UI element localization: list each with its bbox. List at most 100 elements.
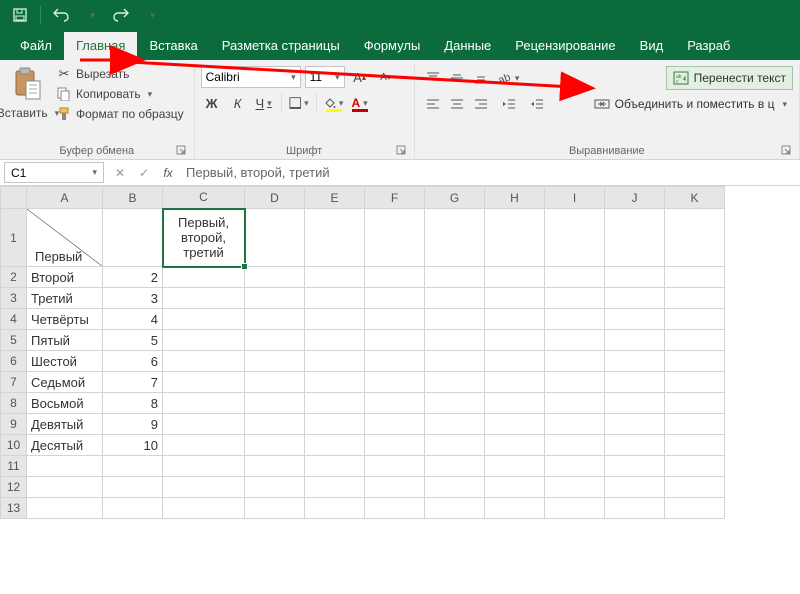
wrap-text-button[interactable]: abc Перенести текст (666, 66, 793, 90)
cell[interactable] (545, 288, 605, 309)
cell[interactable] (245, 393, 305, 414)
tab-data[interactable]: Данные (432, 32, 503, 60)
cell[interactable] (245, 456, 305, 477)
cell[interactable] (485, 288, 545, 309)
align-center-button[interactable] (445, 93, 469, 115)
cell[interactable] (245, 477, 305, 498)
cell[interactable] (665, 456, 725, 477)
row-header[interactable]: 13 (1, 498, 27, 519)
cell[interactable] (425, 414, 485, 435)
cell[interactable] (27, 498, 103, 519)
cell[interactable] (305, 267, 365, 288)
cell[interactable] (245, 372, 305, 393)
cell[interactable]: 9 (103, 414, 163, 435)
cell[interactable] (365, 435, 425, 456)
cell[interactable] (305, 477, 365, 498)
cell[interactable] (665, 267, 725, 288)
row-header[interactable]: 9 (1, 414, 27, 435)
cancel-formula-button[interactable]: ✕ (108, 160, 132, 185)
cell[interactable] (245, 288, 305, 309)
cell[interactable] (305, 414, 365, 435)
cell[interactable]: Девятый (27, 414, 103, 435)
align-top-button[interactable] (421, 67, 445, 89)
col-header[interactable]: F (365, 187, 425, 209)
cell[interactable] (485, 267, 545, 288)
font-face-select[interactable]: Calibri▾ (201, 66, 301, 88)
tab-insert[interactable]: Вставка (137, 32, 209, 60)
decrease-font-button[interactable]: A▾ (375, 66, 397, 88)
font-color-button[interactable]: A (349, 92, 371, 114)
save-button[interactable] (6, 2, 34, 28)
cell[interactable] (245, 414, 305, 435)
cell[interactable] (163, 372, 245, 393)
cell[interactable] (365, 288, 425, 309)
cell[interactable] (365, 330, 425, 351)
qat-customize[interactable] (137, 2, 165, 28)
cell[interactable] (485, 372, 545, 393)
cell[interactable] (665, 435, 725, 456)
row-header[interactable]: 2 (1, 267, 27, 288)
row-header[interactable]: 5 (1, 330, 27, 351)
tab-home[interactable]: Главная (64, 32, 137, 60)
tab-pagelayout[interactable]: Разметка страницы (210, 32, 352, 60)
cell[interactable] (245, 267, 305, 288)
cell[interactable] (665, 498, 725, 519)
row-header[interactable]: 4 (1, 309, 27, 330)
row-header[interactable]: 8 (1, 393, 27, 414)
spreadsheet-grid[interactable]: A B C D E F G H I J K 1ПервыйПервый, вто… (0, 186, 800, 519)
cell[interactable] (545, 393, 605, 414)
cell[interactable] (605, 435, 665, 456)
cell[interactable] (305, 498, 365, 519)
row-header[interactable]: 6 (1, 351, 27, 372)
align-left-button[interactable] (421, 93, 445, 115)
row-header[interactable]: 1 (1, 209, 27, 267)
cell[interactable] (665, 330, 725, 351)
cell[interactable] (605, 414, 665, 435)
row-header[interactable]: 11 (1, 456, 27, 477)
cell[interactable] (163, 393, 245, 414)
cell[interactable] (365, 456, 425, 477)
col-header[interactable]: A (27, 187, 103, 209)
cell[interactable] (365, 267, 425, 288)
cell[interactable] (305, 288, 365, 309)
cell[interactable] (163, 351, 245, 372)
decrease-indent-button[interactable] (497, 93, 521, 115)
cell[interactable] (425, 498, 485, 519)
row-header[interactable]: 3 (1, 288, 27, 309)
cell[interactable] (605, 209, 665, 267)
cell[interactable] (163, 414, 245, 435)
col-header[interactable]: D (245, 187, 305, 209)
cell[interactable] (485, 209, 545, 267)
cell[interactable] (485, 330, 545, 351)
cell[interactable] (545, 209, 605, 267)
cell[interactable] (365, 498, 425, 519)
undo-dropdown[interactable] (77, 2, 105, 28)
cell[interactable] (665, 209, 725, 267)
align-bottom-button[interactable] (469, 67, 493, 89)
cell[interactable] (665, 351, 725, 372)
font-size-select[interactable]: 11▾ (305, 66, 345, 88)
cell[interactable] (485, 435, 545, 456)
cell[interactable] (665, 309, 725, 330)
cell[interactable]: Седьмой (27, 372, 103, 393)
cell[interactable] (485, 393, 545, 414)
cell[interactable] (605, 498, 665, 519)
redo-button[interactable] (107, 2, 135, 28)
cell[interactable] (305, 309, 365, 330)
cell[interactable] (305, 393, 365, 414)
cell[interactable] (545, 477, 605, 498)
cell[interactable] (245, 209, 305, 267)
cell[interactable] (103, 456, 163, 477)
cell[interactable] (485, 477, 545, 498)
cell[interactable] (245, 309, 305, 330)
cell[interactable] (163, 456, 245, 477)
col-header[interactable]: J (605, 187, 665, 209)
column-headers[interactable]: A B C D E F G H I J K (1, 187, 725, 209)
cell[interactable] (605, 372, 665, 393)
cell[interactable] (163, 288, 245, 309)
cell[interactable] (425, 309, 485, 330)
cell[interactable] (305, 209, 365, 267)
cell[interactable]: 6 (103, 351, 163, 372)
cell[interactable] (365, 393, 425, 414)
italic-button[interactable]: К (227, 92, 249, 114)
